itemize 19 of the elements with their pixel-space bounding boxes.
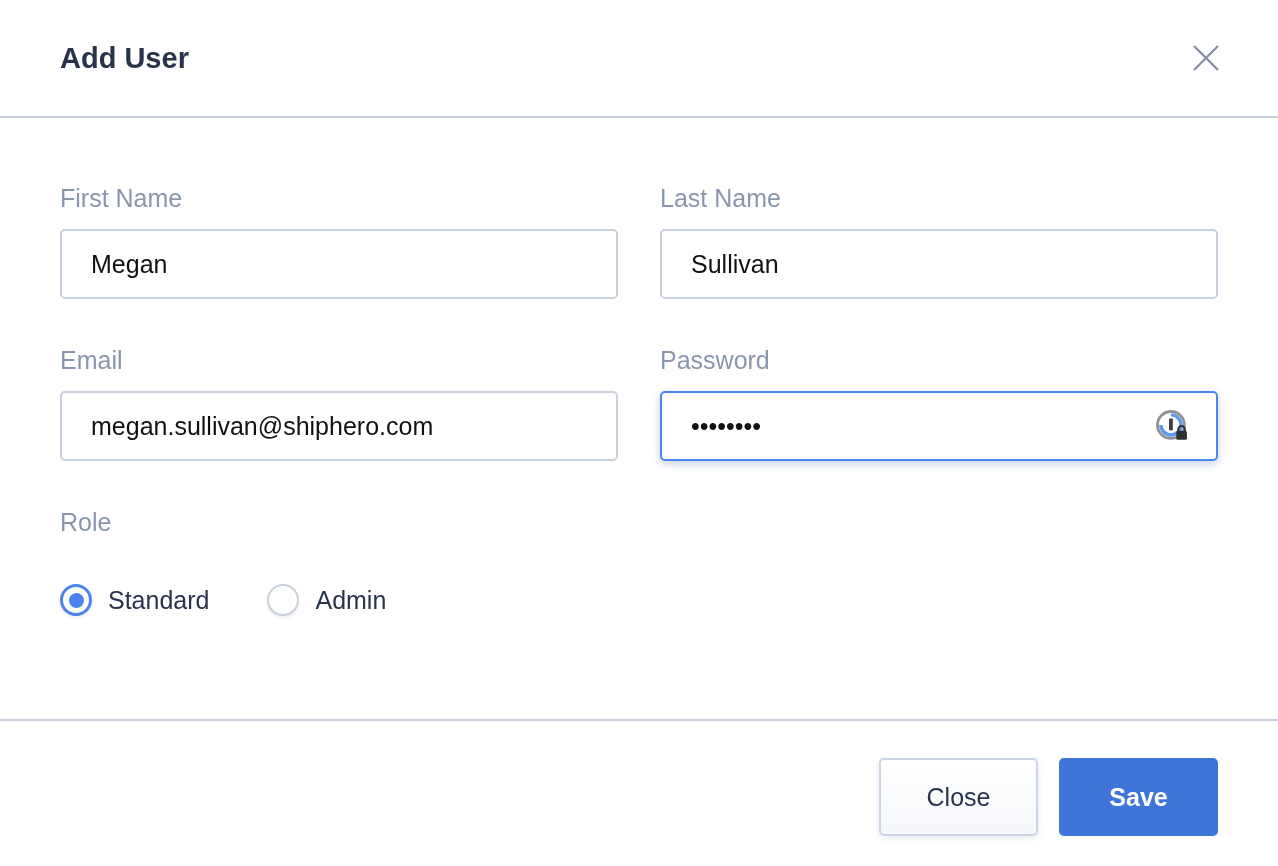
close-button[interactable] <box>1193 45 1219 71</box>
field-label: Email <box>60 346 123 374</box>
radio-button[interactable] <box>267 584 300 616</box>
lock-ring-icon <box>1156 410 1188 442</box>
field-label: Password <box>660 346 770 374</box>
input-field[interactable]: Sullivan <box>660 229 1218 299</box>
field-label: Last Name <box>660 184 781 212</box>
radio-label: Standard <box>108 585 210 615</box>
field-label: First Name <box>60 184 183 212</box>
close-icon <box>1193 45 1219 71</box>
radio-button[interactable] <box>60 584 92 616</box>
dialog-title: Add User <box>60 41 189 75</box>
input-field[interactable]: Megan <box>60 229 618 299</box>
field-label: Role <box>60 508 112 536</box>
input-field[interactable]: •••••••• <box>660 391 1218 461</box>
close-button[interactable]: Close <box>879 758 1038 836</box>
save-button[interactable]: Save <box>1059 758 1218 836</box>
input-field[interactable]: megan.sullivan@shiphero.com <box>60 391 618 461</box>
radio-label: Admin <box>315 585 387 615</box>
